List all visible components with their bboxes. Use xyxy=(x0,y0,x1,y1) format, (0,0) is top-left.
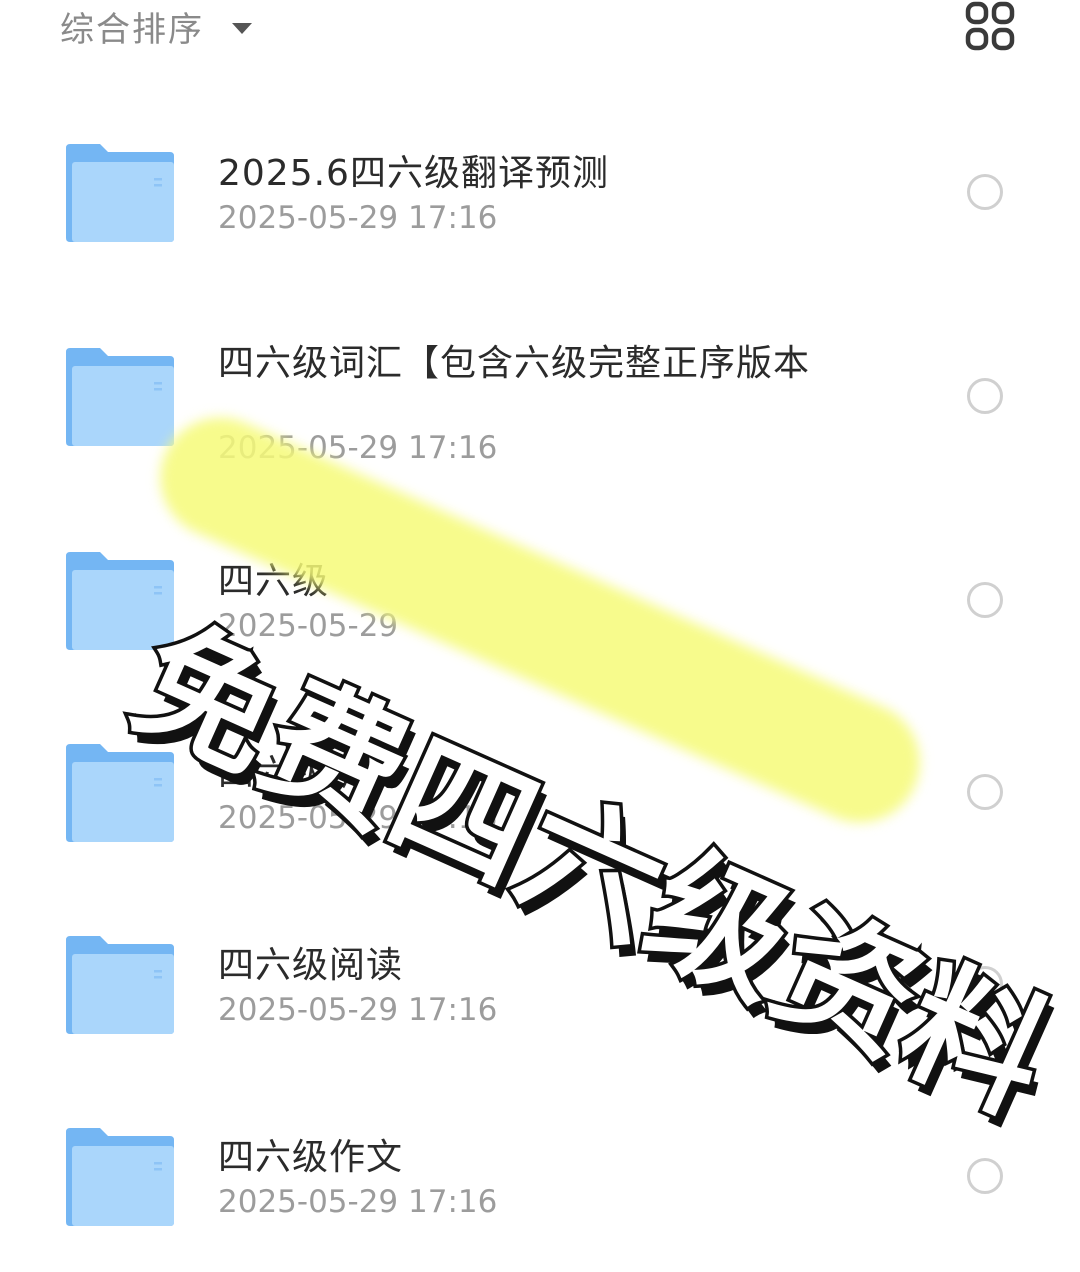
select-checkbox[interactable] xyxy=(967,774,1003,810)
folder-icon xyxy=(66,1128,174,1226)
folder-row[interactable]: 四六级词汇【包含六级完整正序版本 2025-05-29 17:16 xyxy=(0,343,1080,466)
folder-date: 2025-05-29 17:16 xyxy=(218,1184,498,1220)
folder-list: 2025.6四六级翻译预测 2025-05-29 17:16 四六级词汇【包含六… xyxy=(0,0,1080,1272)
folder-date: 2025-05-29 xyxy=(218,608,399,644)
folder-row[interactable]: 2025.6四六级翻译预测 2025-05-29 17:16 xyxy=(0,142,1080,262)
select-checkbox[interactable] xyxy=(967,582,1003,618)
folder-date: 2025-05-29 17:16 xyxy=(218,992,498,1028)
folder-name: 2025.6四六级翻译预测 xyxy=(218,153,609,194)
folder-name: 四六级听力 xyxy=(218,753,404,794)
folder-name: 四六级作文 xyxy=(218,1137,404,1178)
folder-icon xyxy=(66,744,174,842)
folder-name: 四六级词汇【包含六级完整正序版本 xyxy=(218,343,811,384)
select-checkbox[interactable] xyxy=(967,174,1003,210)
select-checkbox[interactable] xyxy=(967,1158,1003,1194)
folder-name: 四六级阅读 xyxy=(218,945,404,986)
folder-row[interactable]: 四六级 2025-05-29 xyxy=(0,550,1080,670)
folder-name: 四六级 xyxy=(218,561,330,602)
folder-icon xyxy=(66,552,174,650)
folder-row[interactable]: 四六级阅读 2025-05-29 17:16 xyxy=(0,934,1080,1054)
folder-icon xyxy=(66,144,174,242)
folder-date: 2025-05-29 17:16 xyxy=(218,430,498,466)
select-checkbox[interactable] xyxy=(967,378,1003,414)
folder-icon xyxy=(66,348,174,446)
folder-row[interactable]: 四六级作文 2025-05-29 17:16 xyxy=(0,1126,1080,1246)
select-checkbox[interactable] xyxy=(967,966,1003,1002)
folder-date: 2025-05-29 17:16 xyxy=(218,200,498,236)
folder-icon xyxy=(66,936,174,1034)
file-browser-screen: 综合排序 2025.6四六级翻译预测 2025-05-29 17:16 四六级词… xyxy=(0,0,1080,1272)
folder-date: 2025-05-29 17:16 xyxy=(218,800,498,836)
folder-row[interactable]: 四六级听力 2025-05-29 17:16 xyxy=(0,742,1080,862)
